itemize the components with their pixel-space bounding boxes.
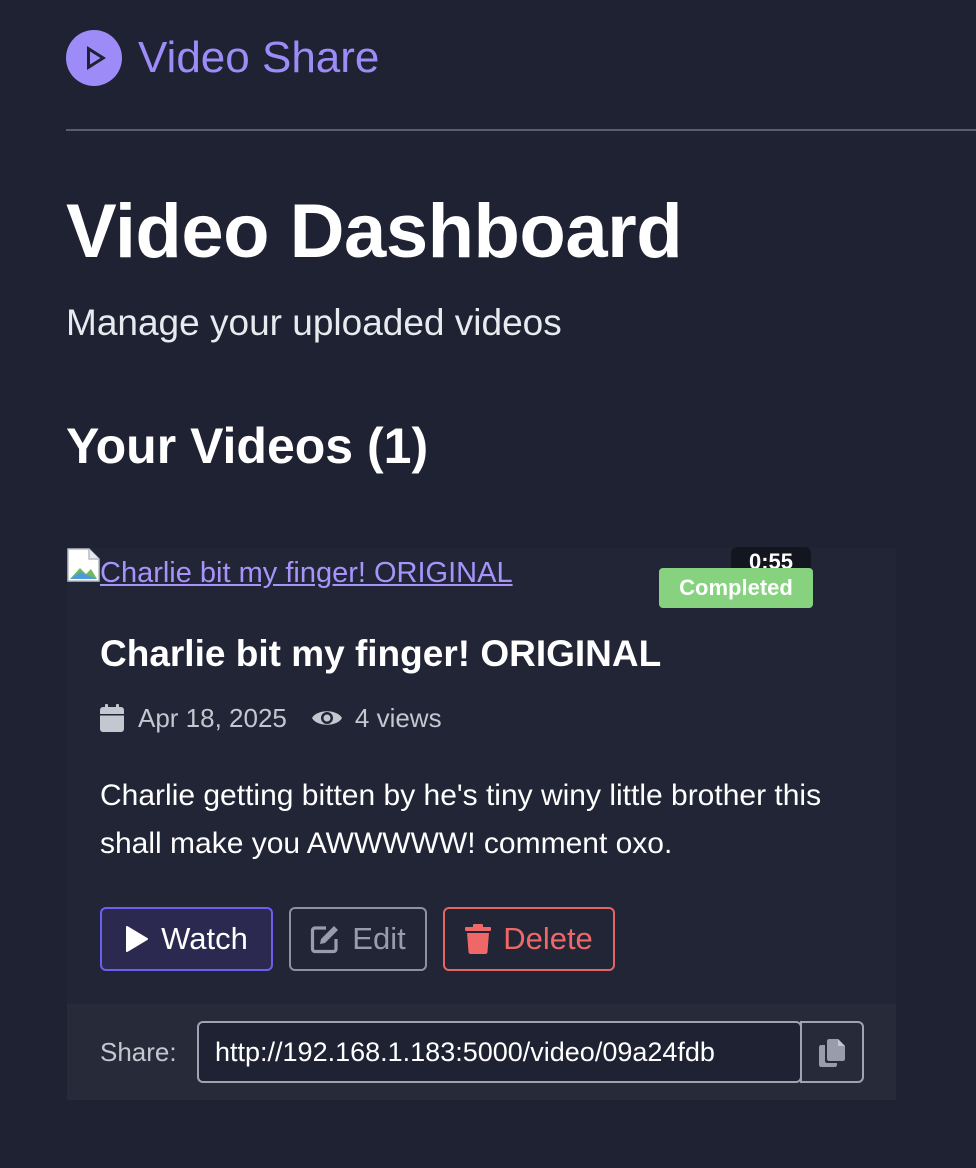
copy-icon [819, 1039, 845, 1067]
upload-date: Apr 18, 2025 [138, 703, 287, 733]
video-card: Charlie bit my finger! ORIGINAL Charlie … [67, 548, 896, 1100]
edit-button[interactable]: Edit [289, 907, 427, 971]
status-badge: Completed [659, 568, 813, 608]
broken-image-icon [67, 548, 100, 582]
copy-button[interactable] [800, 1021, 864, 1083]
calendar-icon [100, 704, 124, 732]
video-description: Charlie getting bitten by he's tiny winy… [100, 779, 822, 860]
trash-icon [465, 924, 492, 954]
thumbnail-alt-text: Charlie bit my finger! ORIGINAL [100, 557, 513, 589]
edit-icon [311, 926, 339, 954]
delete-label: Delete [503, 921, 593, 956]
header-divider [66, 129, 976, 131]
brand-link[interactable]: Video Share [66, 30, 379, 86]
views-count: 4 views [311, 700, 442, 736]
video-meta: Apr 18, 2025 4 views [100, 700, 442, 736]
page-title: Video Dashboard [66, 189, 683, 274]
play-circle-icon [66, 30, 122, 86]
page-subtitle: Manage your uploaded videos [66, 302, 562, 343]
video-title: Charlie bit my finger! ORIGINAL [100, 633, 662, 674]
videos-heading: Your Videos (1) [66, 418, 429, 474]
share-label: Share: [100, 1037, 177, 1067]
watch-button[interactable]: Watch [100, 907, 273, 971]
share-bar: Share: [67, 1004, 896, 1100]
brand-name: Video Share [138, 33, 380, 82]
views-text: 4 views [354, 703, 442, 733]
play-icon [126, 926, 149, 952]
share-url-input[interactable] [197, 1021, 802, 1083]
eye-icon [311, 711, 342, 725]
watch-label: Watch [161, 921, 248, 956]
edit-label: Edit [352, 921, 406, 956]
delete-button[interactable]: Delete [443, 907, 615, 971]
video-thumbnail-link[interactable]: Charlie bit my finger! ORIGINAL [67, 548, 513, 589]
